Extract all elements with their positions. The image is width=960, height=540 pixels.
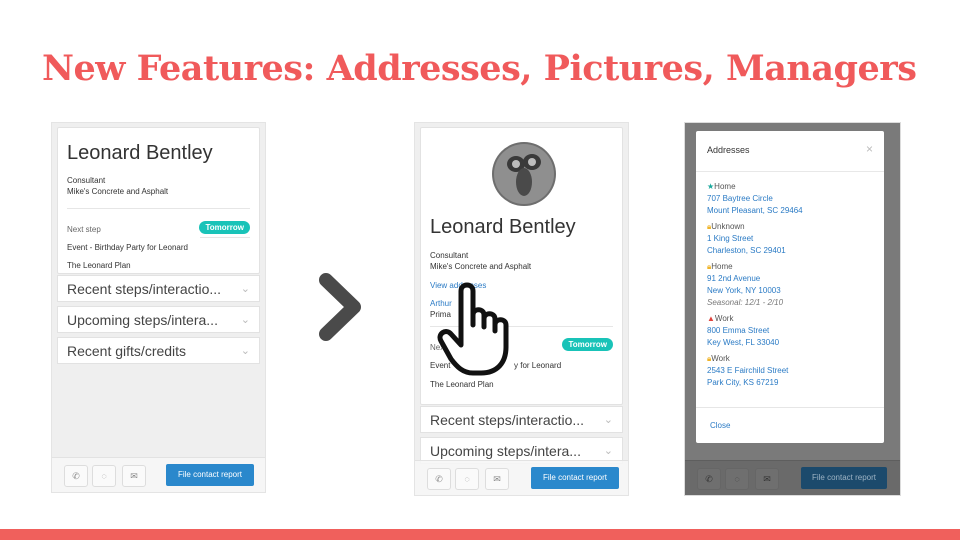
file-contact-report-button[interactable]: File contact report (166, 464, 254, 486)
address-entry[interactable]: 🔒︎Unknown 1 King Street Charleston, SC 2… (707, 221, 786, 257)
address-entry[interactable]: ▲Work 800 Emma Street Key West, FL 33040 (707, 313, 779, 349)
chat-icon[interactable]: ◌ (92, 465, 116, 487)
modal-header: Addresses × (696, 131, 884, 172)
close-icon[interactable]: × (866, 142, 873, 156)
action-footer: ✆ ◌ ✉ File contact report (685, 460, 900, 495)
section-recent-gifts[interactable]: Recent gifts/credits ⌄ (57, 337, 260, 364)
contact-company: Mike's Concrete and Asphalt (67, 187, 169, 196)
address-type: 🔒︎Unknown (707, 222, 745, 231)
chat-icon[interactable]: ◌ (455, 468, 479, 490)
action-footer: ✆ ◌ ✉ File contact report (415, 460, 628, 495)
phone-icon: ✆ (697, 468, 721, 490)
section-upcoming-steps[interactable]: Upcoming steps/intera... ⌄ (57, 306, 260, 333)
email-icon[interactable]: ✉ (485, 468, 509, 490)
section-recent-steps[interactable]: Recent steps/interactio... ⌄ (57, 275, 260, 302)
contact-summary-card: Leonard Bentley Consultant Mike's Concre… (57, 127, 260, 274)
section-label: Recent steps/interactio... (67, 281, 222, 297)
address-line2: Charleston, SC 29401 (707, 246, 786, 255)
addresses-panel: Addresses × ★Home 707 Baytree Circle Mou… (684, 122, 901, 496)
next-step-badge: Tomorrow (562, 338, 613, 351)
address-line1: 2543 E Fairchild Street (707, 366, 789, 375)
file-contact-report-button[interactable]: File contact report (531, 467, 619, 489)
section-recent-steps[interactable]: Recent steps/interactio... ⌄ (420, 406, 623, 433)
address-type: ▲Work (707, 314, 734, 323)
file-contact-report-button: File contact report (801, 467, 887, 489)
address-line1: 800 Emma Street (707, 326, 770, 335)
address-entry[interactable]: ★Home 707 Baytree Circle Mount Pleasant,… (707, 181, 803, 217)
address-line2: Mount Pleasant, SC 29464 (707, 206, 803, 215)
address-type: 🔒︎Work (707, 354, 730, 363)
contact-title: Consultant (430, 251, 469, 260)
phone-icon[interactable]: ✆ (64, 465, 88, 487)
hand-pointer-icon (437, 282, 509, 376)
slide-title: New Features: Addresses, Pictures, Manag… (42, 48, 917, 89)
plan-name: The Leonard Plan (430, 380, 494, 389)
contact-name: Leonard Bentley (67, 142, 213, 164)
next-step-badge: Tomorrow (199, 221, 250, 234)
address-type: ★Home (707, 182, 736, 191)
contact-company: Mike's Concrete and Asphalt (430, 262, 532, 271)
profile-photo (492, 142, 556, 206)
address-note: Seasonal: 12/1 - 2/10 (707, 298, 784, 307)
section-label: Upcoming steps/intera... (430, 443, 581, 459)
phone-icon[interactable]: ✆ (427, 468, 451, 490)
address-line2: Key West, FL 33040 (707, 338, 780, 347)
divider (696, 407, 884, 408)
section-label: Recent steps/interactio... (430, 412, 585, 428)
section-label: Upcoming steps/intera... (67, 312, 218, 328)
chevron-right-icon (319, 273, 361, 341)
warning-icon: ▲ (707, 314, 715, 323)
address-line1: 91 2nd Avenue (707, 274, 761, 283)
address-type: 🔒︎Home (707, 262, 733, 271)
address-entry[interactable]: 🔒︎Work 2543 E Fairchild Street Park City… (707, 353, 788, 389)
addresses-modal: Addresses × ★Home 707 Baytree Circle Mou… (696, 131, 884, 443)
chevron-down-icon: ⌄ (240, 314, 250, 326)
address-entry[interactable]: 🔒︎Home 91 2nd Avenue New York, NY 10003 … (707, 261, 783, 309)
contact-panel-after: Leonard Bentley Consultant Mike's Concre… (414, 122, 629, 496)
chevron-down-icon: ⌄ (603, 414, 613, 426)
chat-icon: ◌ (725, 468, 749, 490)
bottom-accent-bar (0, 529, 960, 540)
address-line2: Park City, KS 67219 (707, 378, 779, 387)
close-button[interactable]: Close (710, 421, 730, 430)
chevron-down-icon: ⌄ (240, 283, 250, 295)
next-step-label: Next step (67, 225, 101, 234)
next-step-event: Event - Birthday Party for Leonard (67, 243, 188, 252)
section-label: Recent gifts/credits (67, 343, 187, 359)
contact-name: Leonard Bentley (430, 216, 576, 238)
address-line1: 707 Baytree Circle (707, 194, 773, 203)
modal-title: Addresses (707, 145, 750, 155)
action-footer: ✆ ◌ ✉ File contact report (52, 457, 265, 492)
email-icon[interactable]: ✉ (122, 465, 146, 487)
chevron-down-icon: ⌄ (240, 345, 250, 357)
plan-name: The Leonard Plan (67, 261, 131, 270)
divider (67, 208, 250, 209)
address-line2: New York, NY 10003 (707, 286, 781, 295)
email-icon: ✉ (755, 468, 779, 490)
address-line1: 1 King Street (707, 234, 754, 243)
contact-title: Consultant (67, 176, 106, 185)
event-suffix: y for Leonard (514, 361, 562, 370)
contact-panel-before: Leonard Bentley Consultant Mike's Concre… (51, 122, 266, 493)
badge-underline (200, 237, 250, 238)
